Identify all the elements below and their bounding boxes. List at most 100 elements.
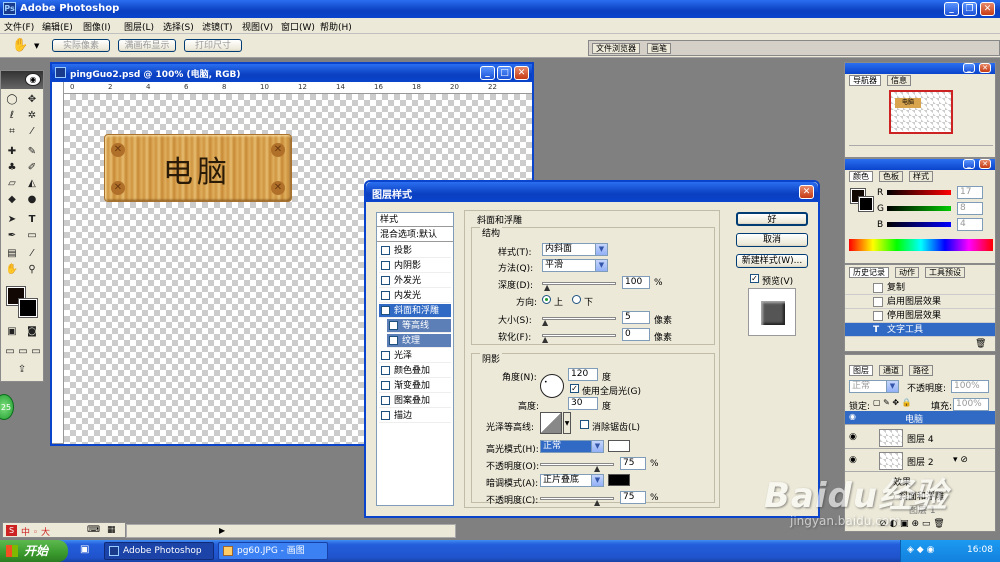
nav-close-button[interactable]: ✕	[979, 63, 991, 73]
style-item-texture[interactable]: 纹理	[387, 334, 451, 348]
style-item-contour[interactable]: 等高线	[387, 319, 451, 333]
doc-maximize-button[interactable]: □	[497, 66, 512, 80]
healing-brush-icon[interactable]: ✚	[5, 145, 19, 159]
soften-slider[interactable]	[542, 334, 616, 337]
history-item-selected[interactable]: T 文字工具	[845, 323, 995, 337]
highlight-mode-select[interactable]: 正常 ▼	[540, 440, 604, 453]
minimize-button[interactable]: _	[944, 2, 959, 16]
eyedropper-icon[interactable]: ⁄	[25, 247, 39, 261]
pen-tool-icon[interactable]: ✒	[5, 229, 19, 243]
menu-edit[interactable]: 编辑(E)	[42, 20, 73, 33]
magic-wand-icon[interactable]: ✲	[25, 109, 39, 123]
style-item-bevel-emboss[interactable]: ✓ 斜面和浮雕	[379, 304, 451, 318]
restore-button[interactable]: ❐	[962, 2, 977, 16]
nav-minimize-button[interactable]: _	[963, 63, 975, 73]
move-tool-icon[interactable]: ✥	[25, 93, 39, 107]
tab-styles[interactable]: 样式	[909, 171, 933, 182]
dialog-title-bar[interactable]: 图层样式 ✕	[366, 182, 818, 202]
tab-brushes[interactable]: 画笔	[647, 43, 671, 54]
zoom-tool-icon[interactable]: ⚲	[25, 263, 39, 277]
menu-help[interactable]: 帮助(H)	[320, 20, 352, 33]
ok-button[interactable]: 好	[736, 212, 808, 226]
shadow-opacity-slider[interactable]	[540, 497, 614, 500]
quickmask-mode-icon[interactable]: ◙	[25, 325, 39, 339]
g-value[interactable]: 8	[957, 202, 983, 215]
style-checkbox[interactable]	[381, 261, 390, 270]
size-slider[interactable]	[542, 317, 616, 320]
style-checkbox[interactable]	[381, 291, 390, 300]
lasso-tool-icon[interactable]: ℓ	[5, 109, 19, 123]
keyboard-icon[interactable]: ⌨	[87, 525, 100, 535]
history-brush-icon[interactable]: ✐	[25, 161, 39, 175]
tab-color[interactable]: 颜色	[849, 171, 873, 182]
layer-row-text[interactable]: ◉ 电脑	[845, 411, 995, 425]
tab-paths[interactable]: 路径	[909, 365, 933, 376]
navigator-thumbnail[interactable]: 电脑	[889, 90, 953, 134]
style-item-drop-shadow[interactable]: 投影	[379, 244, 451, 258]
document-title-bar[interactable]: pingGuo2.psd @ 100% (电脑, RGB) _ □ ✕	[52, 64, 532, 82]
style-checkbox[interactable]	[389, 336, 398, 345]
color-close-button[interactable]: ✕	[979, 159, 991, 169]
style-checkbox[interactable]	[381, 396, 390, 405]
adobe-eye-icon[interactable]: ◉	[25, 73, 41, 86]
ime-logo-icon[interactable]: S	[6, 525, 17, 536]
quicklaunch-icon[interactable]: ▣	[80, 544, 89, 555]
clone-stamp-icon[interactable]: ♣	[5, 161, 19, 175]
crop-tool-icon[interactable]: ⌗	[5, 125, 19, 139]
hand-tool-box-icon[interactable]: ✋	[5, 263, 19, 277]
color-minimize-button[interactable]: _	[963, 159, 975, 169]
jump-to-imageready-icon[interactable]: ⇪	[9, 363, 35, 377]
style-item-inner-glow[interactable]: 内发光	[379, 289, 451, 303]
style-item-satin[interactable]: 光泽	[379, 349, 451, 363]
start-button[interactable]: 开始	[0, 540, 68, 562]
blur-tool-icon[interactable]: ◆	[5, 193, 19, 207]
highlight-color-swatch[interactable]	[608, 440, 630, 452]
b-slider[interactable]	[887, 222, 951, 227]
zoom-slider[interactable]	[849, 145, 993, 155]
tab-info[interactable]: 信息	[887, 75, 911, 86]
shape-tool-icon[interactable]: ▭	[25, 229, 39, 243]
history-item[interactable]: 停用图层效果	[845, 309, 995, 323]
direction-up-radio[interactable]	[542, 295, 551, 304]
style-checkbox[interactable]	[381, 381, 390, 390]
standard-mode-icon[interactable]: ▣	[5, 325, 19, 339]
close-button[interactable]: ✕	[980, 2, 995, 16]
dialog-close-button[interactable]: ✕	[799, 185, 814, 199]
actual-pixels-button[interactable]: 实际像素	[52, 39, 110, 52]
style-item-inner-shadow[interactable]: 内阴影	[379, 259, 451, 273]
style-checkbox[interactable]	[381, 366, 390, 375]
style-item-pattern-overlay[interactable]: 图案叠加	[379, 394, 451, 408]
g-slider[interactable]	[887, 206, 951, 211]
r-slider[interactable]	[887, 190, 951, 195]
highlight-opacity-input[interactable]: 75	[620, 457, 646, 470]
color-ramp[interactable]	[849, 239, 993, 251]
eraser-tool-icon[interactable]: ▱	[5, 177, 19, 191]
tab-channels[interactable]: 通道	[879, 365, 903, 376]
highlight-opacity-thumb[interactable]: ▲	[594, 465, 600, 473]
shadow-opacity-thumb[interactable]: ▲	[594, 499, 600, 507]
technique-select[interactable]: 平滑 ▼	[542, 259, 608, 272]
soften-slider-thumb[interactable]: ▲	[542, 336, 548, 344]
style-checkbox[interactable]	[381, 351, 390, 360]
layer-row[interactable]: ◉ 图层 4	[845, 427, 995, 449]
style-checkbox[interactable]	[381, 276, 390, 285]
fit-screen-button[interactable]: 满画布显示	[118, 39, 176, 52]
clock[interactable]: 16:08	[967, 545, 993, 555]
styles-header[interactable]: 样式	[377, 213, 453, 227]
bevel-style-select[interactable]: 内斜面 ▼	[542, 243, 608, 256]
shadow-mode-select[interactable]: 正片叠底 ▼	[540, 474, 604, 487]
print-size-button[interactable]: 打印尺寸	[184, 39, 242, 52]
opacity-input[interactable]: 100%	[951, 380, 989, 393]
ime-status[interactable]: 中 ◦ 大	[21, 525, 50, 538]
menu-file[interactable]: 文件(F)	[4, 20, 34, 33]
tab-file-browser[interactable]: 文件浏览器	[592, 43, 640, 54]
altitude-input[interactable]: 30	[568, 397, 598, 410]
history-item[interactable]: 复制	[845, 281, 995, 295]
style-item-color-overlay[interactable]: 颜色叠加	[379, 364, 451, 378]
menu-filter[interactable]: 滤镜(T)	[202, 20, 233, 33]
eye-icon[interactable]: ◉	[849, 432, 857, 442]
doc-horizontal-scrollbar[interactable]: ▶	[126, 524, 456, 538]
style-item-outer-glow[interactable]: 外发光	[379, 274, 451, 288]
blend-options-item[interactable]: 混合选项:默认	[377, 228, 453, 242]
scroll-right-arrow-icon[interactable]: ▶	[219, 526, 225, 535]
